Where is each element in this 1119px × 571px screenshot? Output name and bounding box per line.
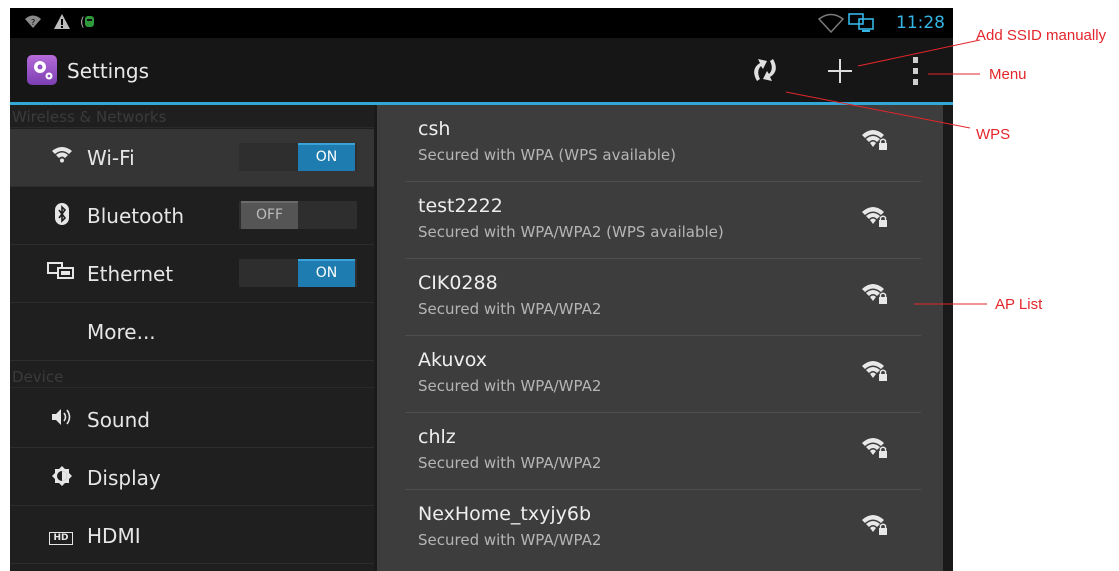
wifi-outline-icon <box>817 13 845 38</box>
bluetooth-toggle[interactable]: OFF <box>239 201 357 229</box>
status-bar: ? ( 11:28 <box>10 8 953 38</box>
bluetooth-icon <box>50 203 74 230</box>
ap-security: Secured with WPA/WPA2 <box>418 454 602 472</box>
settings-nav: Wireless & Networks Wi-Fi ON Bluetooth O… <box>10 105 376 571</box>
sidebar-item-label: Wi-Fi <box>87 146 135 170</box>
ap-list: csh Secured with WPA (WPS available) tes… <box>377 105 943 571</box>
usb-debug-icon: ( <box>80 13 100 36</box>
sidebar-item-label: Sound <box>87 408 150 432</box>
ap-list-item[interactable]: CIK0288 Secured with WPA/WPA2 <box>405 259 921 336</box>
wifi-icon <box>50 145 74 168</box>
sound-icon <box>50 407 74 432</box>
sidebar-item-label: HDMI <box>87 524 141 548</box>
ap-ssid: csh <box>418 118 451 140</box>
ap-security: Secured with WPA (WPS available) <box>418 146 676 164</box>
sidebar-item-ethernet[interactable]: Ethernet ON <box>10 245 374 303</box>
toggle-state: ON <box>298 259 355 287</box>
sidebar-item-hdmi[interactable]: HD HDMI <box>10 506 374 564</box>
sidebar-item-label: More... <box>87 320 156 344</box>
ap-security: Secured with WPA/WPA2 <box>418 377 602 395</box>
sidebar-item-label: Display <box>87 466 161 490</box>
annotation-add-ssid: Add SSID manually <box>976 27 1107 44</box>
ethernet-toggle[interactable]: ON <box>239 259 357 287</box>
wifi-lock-signal-icon <box>860 435 890 461</box>
svg-text:(: ( <box>80 15 85 29</box>
ap-list-item[interactable]: NexHome_txyjy6b Secured with WPA/WPA2 <box>405 490 921 566</box>
sidebar-item-bluetooth[interactable]: Bluetooth OFF <box>10 187 374 245</box>
sidebar-item-more[interactable]: More... <box>10 303 374 361</box>
svg-text:?: ? <box>31 18 35 27</box>
warning-icon <box>53 13 71 36</box>
annotation-wps: WPS <box>976 126 1011 143</box>
add-icon[interactable] <box>825 56 855 86</box>
wps-icon[interactable] <box>748 55 782 85</box>
section-header-wireless: Wireless & Networks <box>10 107 376 128</box>
wifi-lock-signal-icon <box>860 204 890 230</box>
settings-gear-icon[interactable] <box>27 55 57 85</box>
wifi-lock-signal-icon <box>860 127 890 153</box>
ap-list-item[interactable]: chlz Secured with WPA/WPA2 <box>405 413 921 490</box>
status-clock: 11:28 <box>896 13 945 33</box>
action-bar: Settings <box>10 38 953 105</box>
ap-list-item[interactable]: Akuvox Secured with WPA/WPA2 <box>405 336 921 413</box>
hdmi-icon: HD <box>46 524 76 545</box>
wifi-lock-signal-icon <box>860 281 890 307</box>
ap-list-item[interactable]: test2222 Secured with WPA/WPA2 (WPS avai… <box>405 182 921 259</box>
ethernet-icon <box>46 261 76 286</box>
ap-security: Secured with WPA/WPA2 <box>418 300 602 318</box>
annotation-ap-list: AP List <box>995 296 1043 313</box>
ap-ssid: chlz <box>418 426 456 448</box>
network-monitor-icon <box>848 13 876 38</box>
wifi-lock-signal-icon <box>860 358 890 384</box>
ap-security: Secured with WPA/WPA2 <box>418 531 602 549</box>
page-title: Settings <box>67 59 150 83</box>
sidebar-item-label: Ethernet <box>87 262 174 286</box>
annotation-menu: Menu <box>989 66 1027 83</box>
ap-ssid: test2222 <box>418 195 503 217</box>
sidebar-item-sound[interactable]: Sound <box>10 390 374 448</box>
wifi-detail-pane: csh Secured with WPA (WPS available) tes… <box>374 105 953 571</box>
wifi-toggle[interactable]: ON <box>239 143 357 171</box>
overflow-menu-icon[interactable] <box>908 54 924 88</box>
sidebar-item-wifi[interactable]: Wi-Fi ON <box>10 129 374 187</box>
hdmi-icon-text: HD <box>49 532 73 545</box>
ap-security: Secured with WPA/WPA2 (WPS available) <box>418 223 724 241</box>
ap-list-item[interactable]: csh Secured with WPA (WPS available) <box>405 105 921 182</box>
android-screen: ? ( 11:28 Settings Wireless & Networks W… <box>10 8 953 571</box>
toggle-state: ON <box>298 143 355 171</box>
wifi-question-icon: ? <box>24 13 42 36</box>
section-header-device: Device <box>10 367 376 388</box>
display-icon <box>50 465 74 492</box>
ap-ssid: NexHome_txyjy6b <box>418 503 592 525</box>
ap-ssid: Akuvox <box>418 349 487 371</box>
toggle-state: OFF <box>241 201 298 229</box>
ap-ssid: CIK0288 <box>418 272 498 294</box>
sidebar-item-display[interactable]: Display <box>10 448 374 506</box>
sidebar-item-label: Bluetooth <box>87 204 185 228</box>
wifi-lock-signal-icon <box>860 512 890 538</box>
